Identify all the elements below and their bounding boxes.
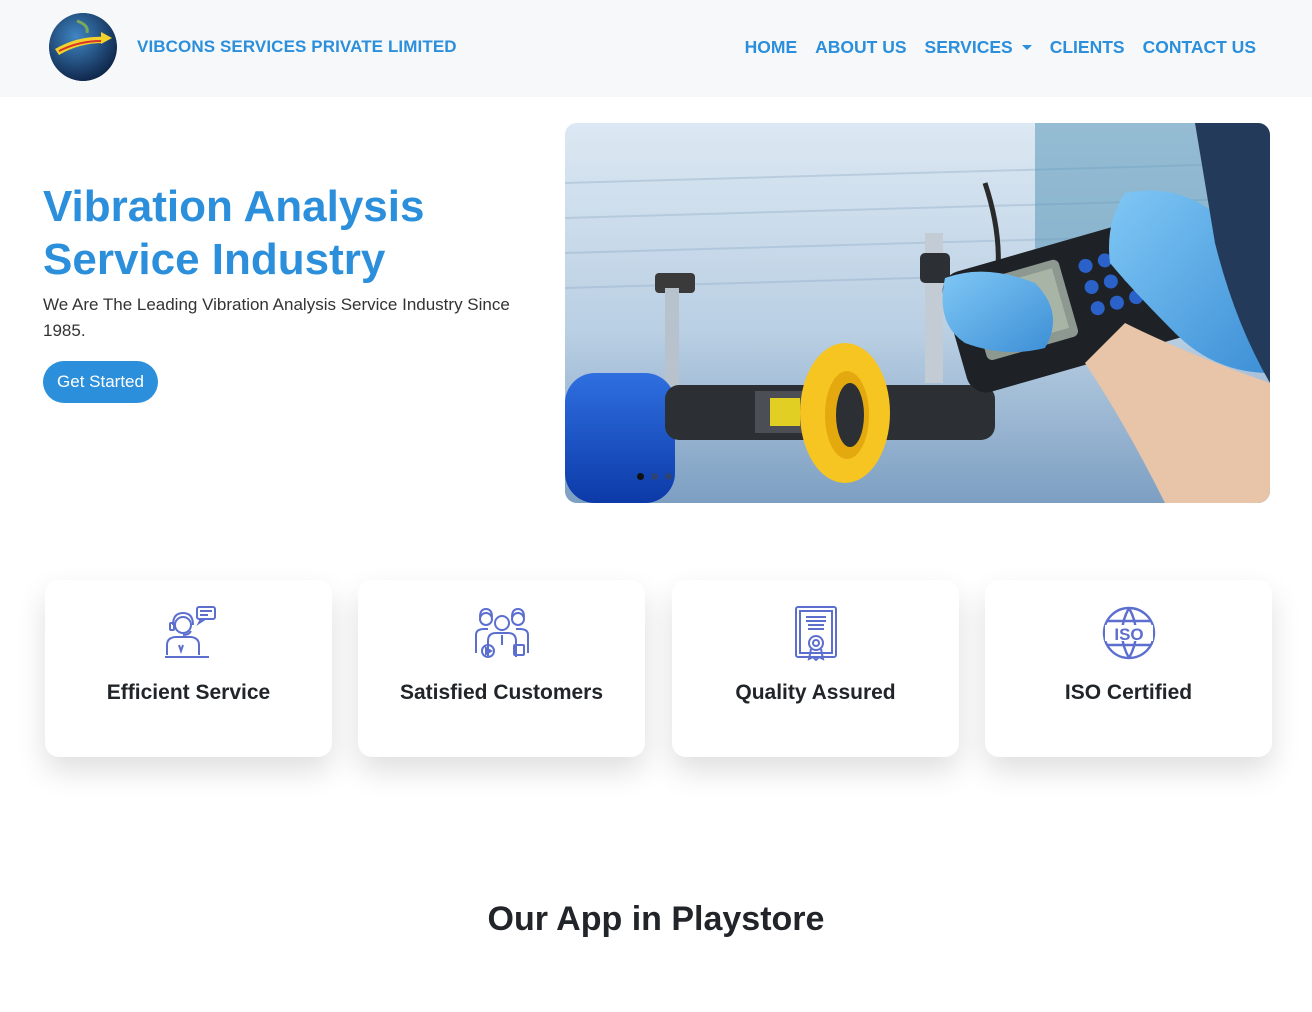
customers-group-icon xyxy=(474,607,529,658)
hero-title-line-2: Service Industry xyxy=(43,235,386,284)
nav-services-label: SERVICES xyxy=(924,37,1013,57)
hero-carousel[interactable] xyxy=(565,123,1270,503)
carousel-dot-3[interactable] xyxy=(665,473,672,480)
hero-subtitle: We Are The Leading Vibration Analysis Se… xyxy=(43,295,510,340)
support-agent-icon xyxy=(164,606,216,658)
nav-clients[interactable]: CLIENTS xyxy=(1050,37,1125,58)
feature-card-satisfied-customers: Satisfied Customers xyxy=(358,580,645,757)
main-nav: HOME ABOUT US SERVICES CLIENTS CONTACT U… xyxy=(727,37,1256,58)
feature-label: Quality Assured xyxy=(735,681,896,704)
get-started-button[interactable]: Get Started xyxy=(43,361,158,403)
navbar: VIBCONS SERVICES PRIVATE LIMITED HOME AB… xyxy=(0,0,1312,97)
brand-name[interactable]: VIBCONS SERVICES PRIVATE LIMITED xyxy=(137,37,457,57)
hero-title-line-1: Vibration Analysis xyxy=(43,182,425,231)
svg-text:ISO: ISO xyxy=(1114,625,1143,644)
carousel-dot-1[interactable] xyxy=(637,473,644,480)
feature-card-quality-assured: Quality Assured xyxy=(672,580,959,757)
feature-card-efficient-service: Efficient Service xyxy=(45,580,332,757)
feature-label: Efficient Service xyxy=(106,681,271,704)
nav-services[interactable]: SERVICES xyxy=(925,37,1032,58)
feature-label: ISO Certified xyxy=(1064,681,1193,704)
carousel-dot-2[interactable] xyxy=(651,473,658,480)
feature-card-iso-certified: ISO ISO Certified xyxy=(985,580,1272,757)
iso-globe-icon: ISO xyxy=(1102,606,1155,660)
hero-title: Vibration Analysis Service Industry xyxy=(43,180,543,286)
nav-home[interactable]: HOME xyxy=(745,37,798,58)
carousel-indicators xyxy=(637,473,672,480)
caret-down-icon xyxy=(1021,45,1032,50)
feature-label: Satisfied Customers xyxy=(399,681,604,704)
app-section-title: Our App in Playstore xyxy=(487,900,825,938)
nav-about-us[interactable]: ABOUT US xyxy=(815,37,906,58)
certificate-icon xyxy=(794,606,837,661)
nav-contact-us[interactable]: CONTACT US xyxy=(1143,37,1256,58)
vibration-analyzer-photo xyxy=(565,123,1270,503)
company-logo[interactable] xyxy=(49,13,117,81)
